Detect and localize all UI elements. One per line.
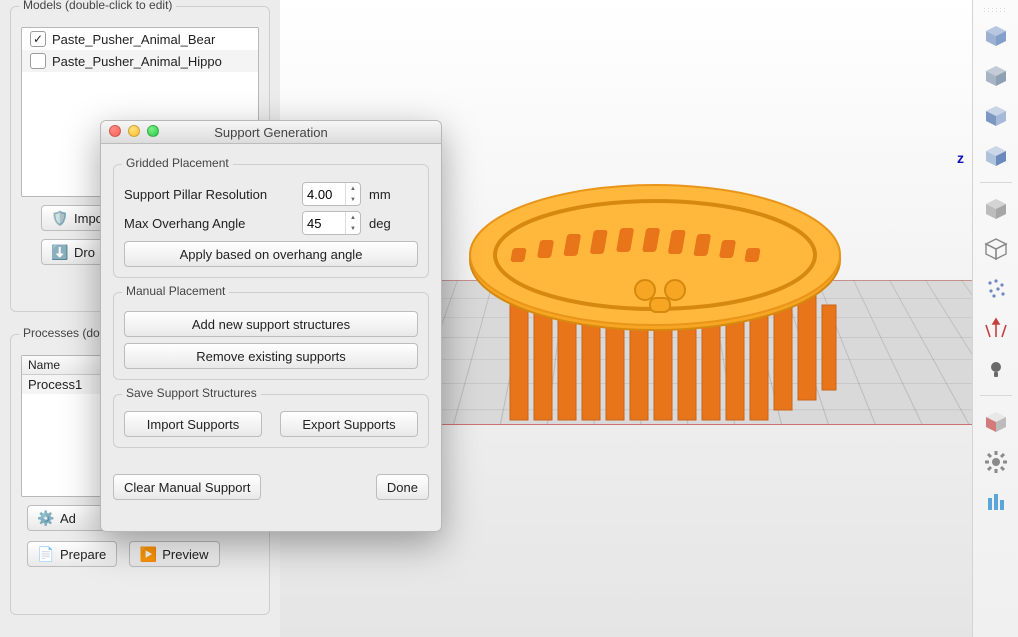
pillar-resolution-input[interactable]: ▲▼	[302, 182, 361, 206]
group-title: Manual Placement	[122, 284, 229, 298]
overhang-angle-input[interactable]: ▲▼	[302, 211, 361, 235]
close-icon[interactable]	[109, 125, 121, 137]
group-title: Save Support Structures	[122, 386, 261, 400]
overhang-angle-row: Max Overhang Angle ▲▼ deg	[124, 211, 418, 235]
prepare-icon: 📄	[38, 546, 54, 562]
apply-overhang-button[interactable]: Apply based on overhang angle	[124, 241, 418, 267]
gridded-placement-group: Gridded Placement Support Pillar Resolut…	[113, 164, 429, 278]
button-label: Ad	[60, 511, 76, 526]
view-bottom-icon[interactable]	[978, 58, 1014, 94]
supports-icon[interactable]	[978, 484, 1014, 520]
button-label: Done	[387, 480, 418, 495]
export-supports-button[interactable]: Export Supports	[280, 411, 418, 437]
gear-plus-icon: ⚙️	[38, 510, 54, 526]
button-label: Impo	[74, 211, 103, 226]
model-row[interactable]: ✓ Paste_Pusher_Animal_Bear	[22, 28, 258, 50]
models-group-title: Models (double-click to edit)	[19, 0, 176, 12]
done-button[interactable]: Done	[376, 474, 429, 500]
dialog-footer: Clear Manual Support Done	[113, 474, 429, 500]
dialog-titlebar[interactable]: Support Generation	[101, 121, 441, 144]
toolbar-separator	[980, 395, 1012, 396]
preview-button[interactable]: ▶️ Preview	[129, 541, 219, 567]
window-controls	[109, 125, 159, 137]
material-wire-icon[interactable]	[978, 231, 1014, 267]
model-name: Paste_Pusher_Animal_Hippo	[52, 54, 222, 69]
support-generation-dialog: Support Generation Gridded Placement Sup…	[100, 120, 442, 532]
button-label: Dro	[74, 245, 95, 260]
preview-icon: ▶️	[140, 546, 156, 562]
model-checkbox[interactable]: ✓	[30, 31, 46, 47]
save-supports-group: Save Support Structures Import Supports …	[113, 394, 429, 448]
settings-icon[interactable]	[978, 444, 1014, 480]
view-top-icon[interactable]	[978, 18, 1014, 54]
zoom-icon[interactable]	[147, 125, 159, 137]
axis-z-label: z	[957, 150, 964, 166]
group-title: Gridded Placement	[122, 156, 233, 170]
points-icon[interactable]	[978, 271, 1014, 307]
unit-label: deg	[369, 216, 399, 231]
spinner-buttons[interactable]: ▲▼	[345, 212, 360, 234]
toolbar-drag-handle[interactable]: ::::::	[978, 6, 1014, 14]
minimize-icon[interactable]	[128, 125, 140, 137]
dialog-body: Gridded Placement Support Pillar Resolut…	[101, 144, 441, 510]
pillar-resolution-field[interactable]	[303, 183, 345, 205]
model-checkbox[interactable]	[30, 53, 46, 69]
view-front-icon[interactable]	[978, 98, 1014, 134]
model-render	[450, 150, 850, 450]
add-process-button[interactable]: ⚙️ Ad	[27, 505, 107, 531]
light-icon[interactable]	[978, 351, 1014, 387]
model-name: Paste_Pusher_Animal_Bear	[52, 32, 215, 47]
remove-supports-button[interactable]: Remove existing supports	[124, 343, 418, 369]
button-label: Prepare	[60, 547, 106, 562]
right-toolbar: ::::::	[972, 0, 1018, 637]
button-label: Clear Manual Support	[124, 480, 250, 495]
overhang-angle-label: Max Overhang Angle	[124, 216, 294, 231]
material-solid-icon[interactable]	[978, 191, 1014, 227]
model-row[interactable]: Paste_Pusher_Animal_Hippo	[22, 50, 258, 72]
view-side-icon[interactable]	[978, 138, 1014, 174]
button-label: Preview	[162, 547, 208, 562]
drop-icon: ⬇️	[52, 244, 68, 260]
clear-manual-support-button[interactable]: Clear Manual Support	[113, 474, 261, 500]
shield-plus-icon: 🛡️	[52, 210, 68, 226]
pillar-resolution-row: Support Pillar Resolution ▲▼ mm	[124, 182, 418, 206]
button-label: Export Supports	[302, 417, 395, 432]
process-name: Process1	[28, 377, 82, 392]
add-supports-button[interactable]: Add new support structures	[124, 311, 418, 337]
model-svg	[450, 150, 850, 450]
normals-icon[interactable]	[978, 311, 1014, 347]
section-icon[interactable]	[978, 404, 1014, 440]
prepare-button[interactable]: 📄 Prepare	[27, 541, 117, 567]
pillar-resolution-label: Support Pillar Resolution	[124, 187, 294, 202]
unit-label: mm	[369, 187, 399, 202]
spinner-buttons[interactable]: ▲▼	[345, 183, 360, 205]
overhang-angle-field[interactable]	[303, 212, 345, 234]
import-supports-button[interactable]: Import Supports	[124, 411, 262, 437]
manual-placement-group: Manual Placement Add new support structu…	[113, 292, 429, 380]
button-label: Import Supports	[147, 417, 240, 432]
toolbar-separator	[980, 182, 1012, 183]
